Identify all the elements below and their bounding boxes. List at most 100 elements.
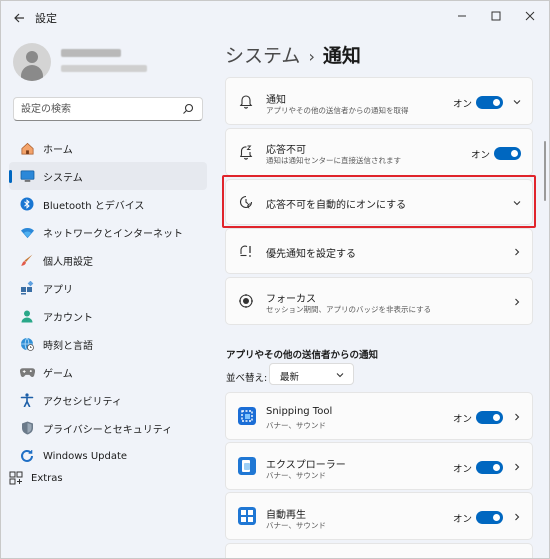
sidebar-item-accounts[interactable]: アカウント xyxy=(9,302,207,330)
title-bar: 設定 xyxy=(1,1,549,35)
page-title: 通知 xyxy=(322,45,361,67)
sidebar-item-extras[interactable]: Extras xyxy=(9,467,63,489)
chevron-right-icon[interactable] xyxy=(512,412,522,422)
search-input[interactable] xyxy=(21,101,171,117)
bluetooth-icon xyxy=(19,196,35,212)
sidebar-item-label: ゲーム xyxy=(43,368,73,380)
sort-value: 最新 xyxy=(280,372,300,383)
notifications-toggle[interactable] xyxy=(476,96,503,109)
account-icon xyxy=(19,308,35,324)
sender-toggle[interactable] xyxy=(476,511,503,524)
chevron-right-icon[interactable] xyxy=(512,462,522,472)
file-explorer-icon xyxy=(238,457,256,475)
profile-name-redacted xyxy=(61,49,121,57)
chevron-down-icon xyxy=(336,373,344,378)
chevron-right-icon[interactable] xyxy=(512,512,522,522)
sidebar-item-label: システム xyxy=(43,172,83,184)
priority-notifications-card[interactable]: 優先通知を設定する xyxy=(225,228,533,274)
sender-subtitle: バナー、サウンド xyxy=(266,421,326,430)
update-icon xyxy=(19,448,35,464)
sender-item-partial[interactable] xyxy=(225,543,533,558)
sender-state: オン xyxy=(453,414,473,425)
chevron-down-icon[interactable] xyxy=(512,97,522,107)
sidebar-item-label: Extras xyxy=(31,472,63,484)
sender-item-snipping-tool[interactable]: Snipping Tool バナー、サウンド オン xyxy=(225,392,533,440)
priority-title: 優先通知を設定する xyxy=(266,249,356,260)
settings-search-box[interactable] xyxy=(13,97,203,121)
profile-email-redacted xyxy=(61,65,147,72)
sender-state: オン xyxy=(453,464,473,475)
sidebar-item-label: Windows Update xyxy=(43,450,128,462)
snipping-tool-icon xyxy=(238,407,256,425)
sidebar-item-gaming[interactable]: ゲーム xyxy=(9,358,207,386)
sidebar-item-accessibility[interactable]: アクセシビリティ xyxy=(9,386,207,414)
highlight-box xyxy=(222,175,536,228)
dnd-title: 応答不可 xyxy=(266,145,306,156)
sidebar-item-bluetooth[interactable]: Bluetooth とデバイス xyxy=(9,190,207,218)
home-icon xyxy=(19,140,35,156)
focus-icon xyxy=(239,294,253,308)
sender-subtitle: バナー、サウンド xyxy=(266,521,326,530)
bell-icon xyxy=(239,95,253,109)
chevron-right-icon[interactable] xyxy=(512,297,522,307)
sidebar-item-label: 個人用設定 xyxy=(43,256,93,268)
notifications-title: 通知 xyxy=(266,95,286,106)
minimize-button[interactable] xyxy=(445,3,479,29)
focus-title: フォーカス xyxy=(266,294,316,305)
sidebar-item-windows-update[interactable]: Windows Update xyxy=(9,442,207,470)
breadcrumb-separator: › xyxy=(308,47,315,66)
extras-icon xyxy=(9,471,23,485)
dnd-subtitle: 通知は通知センターに直接送信されます xyxy=(266,156,401,165)
notifications-card[interactable]: 通知 アプリやその他の送信者からの通知を取得 オン xyxy=(225,77,533,125)
maximize-button[interactable] xyxy=(479,3,513,29)
dnd-state: オン xyxy=(471,150,491,161)
brush-icon xyxy=(19,252,35,268)
wifi-icon xyxy=(19,224,35,240)
sidebar-item-privacy[interactable]: プライバシーとセキュリティ xyxy=(9,414,207,442)
sidebar-item-label: アクセシビリティ xyxy=(43,396,122,408)
gamepad-icon xyxy=(19,364,35,380)
sender-toggle[interactable] xyxy=(476,411,503,424)
sidebar-item-time-language[interactable]: 時刻と言語 xyxy=(9,330,207,358)
sender-title: 自動再生 xyxy=(266,510,306,521)
bell-snooze-icon xyxy=(239,145,253,160)
sender-state: オン xyxy=(453,514,473,525)
sender-title: Snipping Tool xyxy=(266,406,333,417)
apps-icon xyxy=(19,280,35,296)
sidebar-item-label: アカウント xyxy=(43,312,93,324)
sidebar-item-network[interactable]: ネットワークとインターネット xyxy=(9,218,207,246)
dnd-toggle[interactable] xyxy=(494,147,521,160)
sidebar-item-label: 時刻と言語 xyxy=(43,340,93,352)
window-title: 設定 xyxy=(35,12,57,25)
focus-card[interactable]: フォーカス セッション期間、アプリのバッジを非表示にする xyxy=(225,277,533,325)
sidebar-item-home[interactable]: ホーム xyxy=(9,134,207,162)
sender-toggle[interactable] xyxy=(476,461,503,474)
senders-section-title: アプリやその他の送信者からの通知 xyxy=(226,350,379,361)
system-icon xyxy=(19,168,35,184)
sender-item-file-explorer[interactable]: エクスプローラー バナー、サウンド オン xyxy=(225,442,533,490)
sidebar-nav: ホーム システム Bluetooth とデバイス ネットワークとインターネット … xyxy=(9,134,207,470)
sender-item-autoplay[interactable]: 自動再生 バナー、サウンド オン xyxy=(225,492,533,540)
breadcrumb-parent[interactable]: システム xyxy=(225,45,300,67)
settings-window: 設定 ホーム シス xyxy=(0,0,550,559)
sort-dropdown[interactable]: 最新 xyxy=(269,363,354,385)
bell-priority-icon xyxy=(240,245,251,257)
sidebar-item-personalization[interactable]: 個人用設定 xyxy=(9,246,207,274)
back-arrow-icon[interactable] xyxy=(9,8,29,28)
search-icon[interactable] xyxy=(182,103,194,115)
sidebar-item-label: プライバシーとセキュリティ xyxy=(43,424,173,436)
sender-title: エクスプローラー xyxy=(266,460,346,471)
scrollbar[interactable] xyxy=(544,141,546,201)
close-button[interactable] xyxy=(513,3,547,29)
sort-label: 並べ替え: xyxy=(226,373,268,384)
sender-subtitle: バナー、サウンド xyxy=(266,471,326,480)
accessibility-icon xyxy=(19,392,35,408)
do-not-disturb-card: 応答不可 通知は通知センターに直接送信されます オン xyxy=(225,128,533,176)
notifications-state: オン xyxy=(453,99,473,110)
sidebar-item-label: アプリ xyxy=(43,284,73,296)
sidebar-item-system[interactable]: システム xyxy=(9,162,207,190)
user-profile[interactable] xyxy=(13,43,203,83)
chevron-right-icon[interactable] xyxy=(512,247,522,257)
sidebar-item-apps[interactable]: アプリ xyxy=(9,274,207,302)
autoplay-icon xyxy=(238,507,256,525)
